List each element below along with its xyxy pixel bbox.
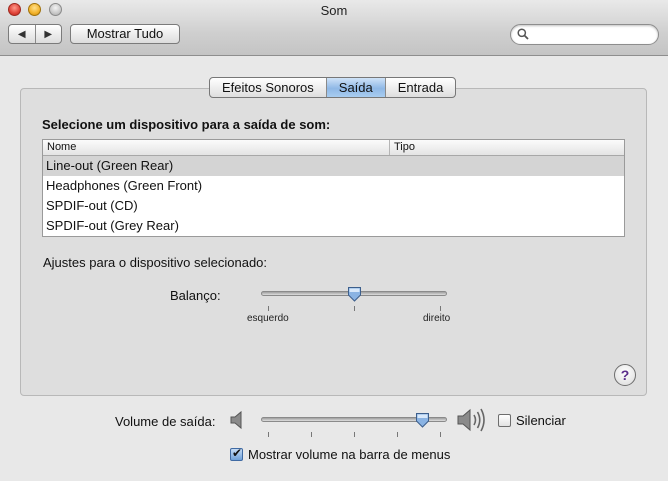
speaker-low-icon xyxy=(230,410,242,430)
speaker-high-icon xyxy=(457,408,485,432)
forward-button[interactable]: ▶ xyxy=(36,25,62,43)
volume-tick xyxy=(440,432,441,437)
search-field[interactable] xyxy=(510,24,659,45)
volume-slider-knob[interactable] xyxy=(415,412,430,428)
column-header-type[interactable]: Tipo xyxy=(390,140,415,155)
tab-output[interactable]: Saída xyxy=(326,78,386,97)
show-volume-in-menubar-checkbox[interactable] xyxy=(230,446,243,461)
device-table: Nome Tipo Line-out (Green Rear) Headphon… xyxy=(42,139,625,237)
select-device-label: Selecione um dispositivo para a saída de… xyxy=(42,117,331,132)
balance-tick-left xyxy=(268,306,269,311)
tab-panel xyxy=(20,88,647,396)
help-button[interactable]: ? xyxy=(614,364,636,386)
balance-tick-right xyxy=(440,306,441,311)
tab-sound-effects[interactable]: Efeitos Sonoros xyxy=(210,78,327,97)
balance-left-label: esquerdo xyxy=(247,313,289,324)
balance-slider-knob[interactable] xyxy=(347,286,362,302)
volume-tick xyxy=(311,432,312,437)
output-volume-label: Volume de saída: xyxy=(115,414,216,429)
table-row[interactable]: SPDIF-out (CD) xyxy=(43,196,624,216)
window-title: Som xyxy=(320,3,348,18)
volume-tick xyxy=(354,432,355,437)
search-input[interactable] xyxy=(533,27,651,42)
show-all-button[interactable]: Mostrar Tudo xyxy=(70,24,180,44)
column-header-name[interactable]: Nome xyxy=(43,140,390,155)
back-button[interactable]: ◀ xyxy=(9,25,36,43)
balance-label: Balanço: xyxy=(170,288,221,303)
back-arrow-icon: ◀ xyxy=(17,28,26,40)
volume-tick xyxy=(397,432,398,437)
device-name: SPDIF-out (CD) xyxy=(46,198,138,213)
balance-tick-center xyxy=(354,306,355,311)
device-settings-label: Ajustes para o dispositivo selecionado: xyxy=(43,255,268,270)
device-name: Line-out (Green Rear) xyxy=(46,158,174,173)
table-header: Nome Tipo xyxy=(43,140,624,156)
show-volume-in-menubar-label: Mostrar volume na barra de menus xyxy=(248,447,451,462)
tab-input[interactable]: Entrada xyxy=(386,78,456,97)
tab-bar: Efeitos Sonoros Saída Entrada xyxy=(209,77,457,98)
table-row[interactable]: SPDIF-out (Grey Rear) xyxy=(43,216,624,236)
mute-checkbox[interactable] xyxy=(498,414,511,427)
table-row[interactable]: Headphones (Green Front) xyxy=(43,176,624,196)
device-name: SPDIF-out (Grey Rear) xyxy=(46,218,179,233)
search-icon xyxy=(517,28,529,40)
device-name: Headphones (Green Front) xyxy=(46,178,203,193)
volume-tick xyxy=(268,432,269,437)
balance-right-label: direito xyxy=(423,313,451,324)
back-forward-control: ◀ ▶ xyxy=(8,24,62,44)
mute-label: Silenciar xyxy=(516,413,566,428)
table-row[interactable]: Line-out (Green Rear) xyxy=(43,156,624,176)
title-bar: Som ◀ ▶ Mostrar Tudo xyxy=(0,0,668,56)
forward-arrow-icon: ▶ xyxy=(44,28,53,40)
